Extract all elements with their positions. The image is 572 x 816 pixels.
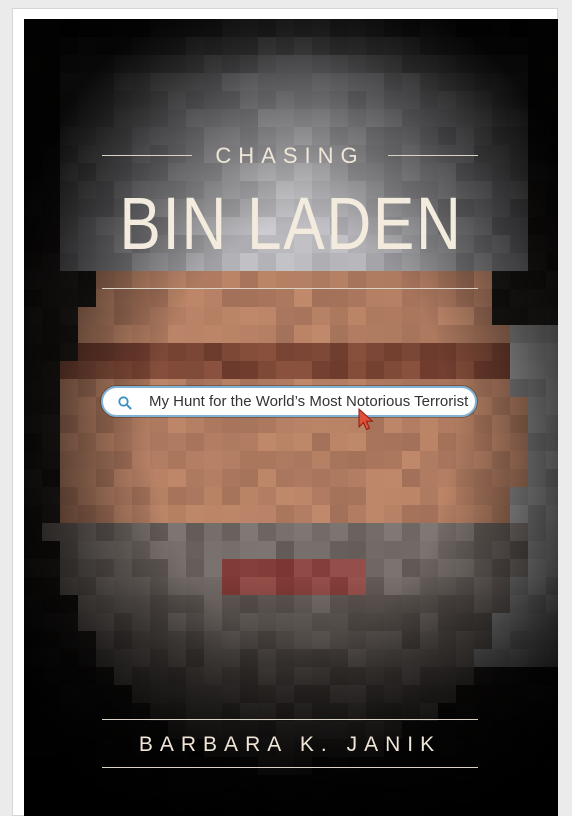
kicker-row: CHASING [102, 141, 478, 171]
author-rule-bottom [102, 767, 478, 768]
kicker-text: CHASING [215, 143, 365, 168]
subtitle-search-bar: My Hunt for the World’s Most Notorious T… [101, 386, 477, 417]
cursor-arrow-icon [358, 408, 374, 431]
book-title: BIN LADEN [119, 182, 463, 265]
subtitle-text: My Hunt for the World’s Most Notorious T… [149, 393, 469, 410]
title-divider [102, 288, 478, 289]
author-name: BARBARA K. JANIK [138, 733, 442, 756]
kicker-rule-right [388, 155, 478, 156]
search-icon [118, 396, 132, 410]
vignette-overlay [24, 19, 558, 816]
book-cover: CHASING BIN LADEN My Hunt for the World’… [24, 19, 558, 816]
author-rule-top [102, 719, 478, 720]
